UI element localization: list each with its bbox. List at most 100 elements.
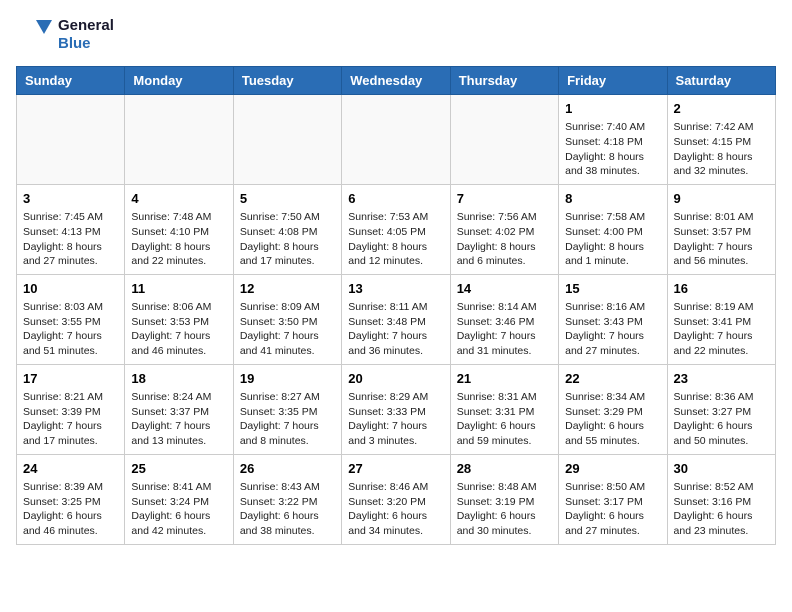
week-row-5: 24 Sunrise: 8:39 AMSunset: 3:25 PMDayligh… bbox=[17, 454, 776, 544]
day-number: 5 bbox=[240, 190, 335, 208]
weekday-header-wednesday: Wednesday bbox=[342, 67, 450, 95]
calendar-cell: 29 Sunrise: 8:50 AMSunset: 3:17 PMDayligh… bbox=[559, 454, 667, 544]
calendar-cell: 30 Sunrise: 8:52 AMSunset: 3:16 PMDayligh… bbox=[667, 454, 775, 544]
calendar-cell: 18 Sunrise: 8:24 AMSunset: 3:37 PMDayligh… bbox=[125, 364, 233, 454]
day-info: Sunrise: 8:24 AMSunset: 3:37 PMDaylight:… bbox=[131, 390, 226, 449]
day-number: 24 bbox=[23, 460, 118, 478]
day-number: 25 bbox=[131, 460, 226, 478]
day-info: Sunrise: 8:39 AMSunset: 3:25 PMDaylight:… bbox=[23, 480, 118, 539]
day-number: 1 bbox=[565, 100, 660, 118]
week-row-4: 17 Sunrise: 8:21 AMSunset: 3:39 PMDayligh… bbox=[17, 364, 776, 454]
day-info: Sunrise: 7:45 AMSunset: 4:13 PMDaylight:… bbox=[23, 210, 118, 269]
day-number: 28 bbox=[457, 460, 552, 478]
day-number: 15 bbox=[565, 280, 660, 298]
day-info: Sunrise: 8:52 AMSunset: 3:16 PMDaylight:… bbox=[674, 480, 769, 539]
calendar-cell bbox=[233, 95, 341, 185]
calendar-cell bbox=[342, 95, 450, 185]
day-info: Sunrise: 8:27 AMSunset: 3:35 PMDaylight:… bbox=[240, 390, 335, 449]
calendar: SundayMondayTuesdayWednesdayThursdayFrid… bbox=[16, 66, 776, 545]
calendar-cell: 7Sunrise: 7:56 AMSunset: 4:02 PMDaylight… bbox=[450, 184, 558, 274]
calendar-cell: 28 Sunrise: 8:48 AMSunset: 3:19 PMDayligh… bbox=[450, 454, 558, 544]
calendar-cell: 9 Sunrise: 8:01 AMSunset: 3:57 PMDaylight… bbox=[667, 184, 775, 274]
day-number: 17 bbox=[23, 370, 118, 388]
day-info: Sunrise: 7:40 AMSunset: 4:18 PMDaylight:… bbox=[565, 120, 660, 179]
week-row-1: 1 Sunrise: 7:40 AMSunset: 4:18 PMDaylight… bbox=[17, 95, 776, 185]
day-number: 4 bbox=[131, 190, 226, 208]
calendar-cell: 25 Sunrise: 8:41 AMSunset: 3:24 PMDayligh… bbox=[125, 454, 233, 544]
logo-icon bbox=[16, 16, 54, 54]
day-number: 30 bbox=[674, 460, 769, 478]
calendar-cell: 13 Sunrise: 8:11 AMSunset: 3:48 PMDayligh… bbox=[342, 274, 450, 364]
calendar-cell: 12 Sunrise: 8:09 AMSunset: 3:50 PMDayligh… bbox=[233, 274, 341, 364]
calendar-cell: 15 Sunrise: 8:16 AMSunset: 3:43 PMDayligh… bbox=[559, 274, 667, 364]
day-number: 11 bbox=[131, 280, 226, 298]
day-info: Sunrise: 8:46 AMSunset: 3:20 PMDaylight:… bbox=[348, 480, 443, 539]
calendar-cell: 23 Sunrise: 8:36 AMSunset: 3:27 PMDayligh… bbox=[667, 364, 775, 454]
day-info: Sunrise: 8:16 AMSunset: 3:43 PMDaylight:… bbox=[565, 300, 660, 359]
day-number: 2 bbox=[674, 100, 769, 118]
day-info: Sunrise: 8:01 AMSunset: 3:57 PMDaylight:… bbox=[674, 210, 769, 269]
week-row-3: 10Sunrise: 8:03 AMSunset: 3:55 PMDayligh… bbox=[17, 274, 776, 364]
day-info: Sunrise: 8:48 AMSunset: 3:19 PMDaylight:… bbox=[457, 480, 552, 539]
day-info: Sunrise: 8:50 AMSunset: 3:17 PMDaylight:… bbox=[565, 480, 660, 539]
calendar-cell: 11 Sunrise: 8:06 AMSunset: 3:53 PMDayligh… bbox=[125, 274, 233, 364]
logo: GeneralBlue bbox=[16, 16, 114, 54]
day-info: Sunrise: 7:58 AMSunset: 4:00 PMDaylight:… bbox=[565, 210, 660, 269]
day-number: 12 bbox=[240, 280, 335, 298]
page-header: GeneralBlue bbox=[16, 16, 776, 54]
calendar-cell: 3 Sunrise: 7:45 AMSunset: 4:13 PMDaylight… bbox=[17, 184, 125, 274]
day-number: 29 bbox=[565, 460, 660, 478]
day-number: 26 bbox=[240, 460, 335, 478]
calendar-cell: 14Sunrise: 8:14 AMSunset: 3:46 PMDayligh… bbox=[450, 274, 558, 364]
day-number: 27 bbox=[348, 460, 443, 478]
calendar-cell: 21 Sunrise: 8:31 AMSunset: 3:31 PMDayligh… bbox=[450, 364, 558, 454]
weekday-header-sunday: Sunday bbox=[17, 67, 125, 95]
weekday-header-friday: Friday bbox=[559, 67, 667, 95]
calendar-cell: 17 Sunrise: 8:21 AMSunset: 3:39 PMDayligh… bbox=[17, 364, 125, 454]
week-row-2: 3 Sunrise: 7:45 AMSunset: 4:13 PMDaylight… bbox=[17, 184, 776, 274]
day-info: Sunrise: 8:09 AMSunset: 3:50 PMDaylight:… bbox=[240, 300, 335, 359]
weekday-header-saturday: Saturday bbox=[667, 67, 775, 95]
day-number: 9 bbox=[674, 190, 769, 208]
day-info: Sunrise: 7:50 AMSunset: 4:08 PMDaylight:… bbox=[240, 210, 335, 269]
day-info: Sunrise: 8:11 AMSunset: 3:48 PMDaylight:… bbox=[348, 300, 443, 359]
logo-general: General bbox=[58, 17, 114, 35]
day-info: Sunrise: 8:03 AMSunset: 3:55 PMDaylight:… bbox=[23, 300, 118, 359]
calendar-header-row: SundayMondayTuesdayWednesdayThursdayFrid… bbox=[17, 67, 776, 95]
day-info: Sunrise: 8:43 AMSunset: 3:22 PMDaylight:… bbox=[240, 480, 335, 539]
day-info: Sunrise: 7:48 AMSunset: 4:10 PMDaylight:… bbox=[131, 210, 226, 269]
calendar-cell: 1 Sunrise: 7:40 AMSunset: 4:18 PMDaylight… bbox=[559, 95, 667, 185]
calendar-cell: 19Sunrise: 8:27 AMSunset: 3:35 PMDayligh… bbox=[233, 364, 341, 454]
day-number: 23 bbox=[674, 370, 769, 388]
day-info: Sunrise: 8:29 AMSunset: 3:33 PMDaylight:… bbox=[348, 390, 443, 449]
calendar-cell: 22 Sunrise: 8:34 AMSunset: 3:29 PMDayligh… bbox=[559, 364, 667, 454]
calendar-cell bbox=[17, 95, 125, 185]
day-number: 3 bbox=[23, 190, 118, 208]
calendar-cell: 8Sunrise: 7:58 AMSunset: 4:00 PMDaylight… bbox=[559, 184, 667, 274]
weekday-header-thursday: Thursday bbox=[450, 67, 558, 95]
day-number: 6 bbox=[348, 190, 443, 208]
day-info: Sunrise: 8:34 AMSunset: 3:29 PMDaylight:… bbox=[565, 390, 660, 449]
day-info: Sunrise: 8:31 AMSunset: 3:31 PMDaylight:… bbox=[457, 390, 552, 449]
calendar-cell: 2 Sunrise: 7:42 AMSunset: 4:15 PMDaylight… bbox=[667, 95, 775, 185]
calendar-cell bbox=[125, 95, 233, 185]
day-info: Sunrise: 8:36 AMSunset: 3:27 PMDaylight:… bbox=[674, 390, 769, 449]
day-number: 22 bbox=[565, 370, 660, 388]
calendar-cell: 26 Sunrise: 8:43 AMSunset: 3:22 PMDayligh… bbox=[233, 454, 341, 544]
day-number: 21 bbox=[457, 370, 552, 388]
day-info: Sunrise: 8:06 AMSunset: 3:53 PMDaylight:… bbox=[131, 300, 226, 359]
calendar-cell: 5 Sunrise: 7:50 AMSunset: 4:08 PMDaylight… bbox=[233, 184, 341, 274]
calendar-cell: 6Sunrise: 7:53 AMSunset: 4:05 PMDaylight… bbox=[342, 184, 450, 274]
day-info: Sunrise: 7:42 AMSunset: 4:15 PMDaylight:… bbox=[674, 120, 769, 179]
weekday-header-tuesday: Tuesday bbox=[233, 67, 341, 95]
weekday-header-monday: Monday bbox=[125, 67, 233, 95]
day-info: Sunrise: 8:14 AMSunset: 3:46 PMDaylight:… bbox=[457, 300, 552, 359]
calendar-cell: 4 Sunrise: 7:48 AMSunset: 4:10 PMDaylight… bbox=[125, 184, 233, 274]
day-number: 18 bbox=[131, 370, 226, 388]
day-number: 13 bbox=[348, 280, 443, 298]
day-info: Sunrise: 8:21 AMSunset: 3:39 PMDaylight:… bbox=[23, 390, 118, 449]
day-number: 16 bbox=[674, 280, 769, 298]
calendar-cell: 24 Sunrise: 8:39 AMSunset: 3:25 PMDayligh… bbox=[17, 454, 125, 544]
day-info: Sunrise: 8:41 AMSunset: 3:24 PMDaylight:… bbox=[131, 480, 226, 539]
day-info: Sunrise: 8:19 AMSunset: 3:41 PMDaylight:… bbox=[674, 300, 769, 359]
